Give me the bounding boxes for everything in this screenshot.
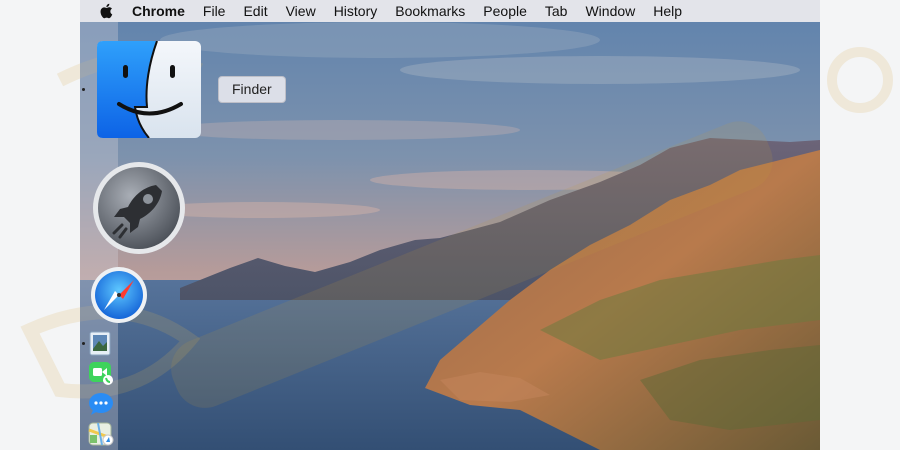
menu-window[interactable]: Window [585, 3, 635, 19]
menu-bar: Chrome File Edit View History Bookmarks … [80, 0, 820, 22]
maps-icon[interactable] [88, 422, 114, 446]
menu-file[interactable]: File [203, 3, 226, 19]
preview-running-indicator [82, 342, 85, 345]
finder-running-indicator [82, 88, 85, 91]
launchpad-icon[interactable] [92, 161, 186, 255]
menu-bookmarks[interactable]: Bookmarks [395, 3, 465, 19]
preview-icon[interactable] [89, 331, 111, 356]
right-page-margin [820, 0, 900, 450]
finder-icon[interactable] [97, 41, 201, 138]
menu-history[interactable]: History [334, 3, 378, 19]
desktop-screen: Chrome File Edit View History Bookmarks … [80, 0, 820, 450]
menu-app-name[interactable]: Chrome [132, 3, 185, 19]
left-page-margin [0, 0, 80, 450]
apple-logo-icon[interactable] [98, 2, 116, 20]
finder-tooltip: Finder [218, 76, 286, 103]
messages-icon[interactable] [88, 392, 114, 416]
menu-people[interactable]: People [483, 3, 527, 19]
menu-edit[interactable]: Edit [243, 3, 267, 19]
menu-view[interactable]: View [286, 3, 316, 19]
menu-help[interactable]: Help [653, 3, 682, 19]
facetime-icon[interactable] [88, 361, 114, 385]
menu-tab[interactable]: Tab [545, 3, 568, 19]
safari-icon[interactable] [90, 266, 148, 324]
